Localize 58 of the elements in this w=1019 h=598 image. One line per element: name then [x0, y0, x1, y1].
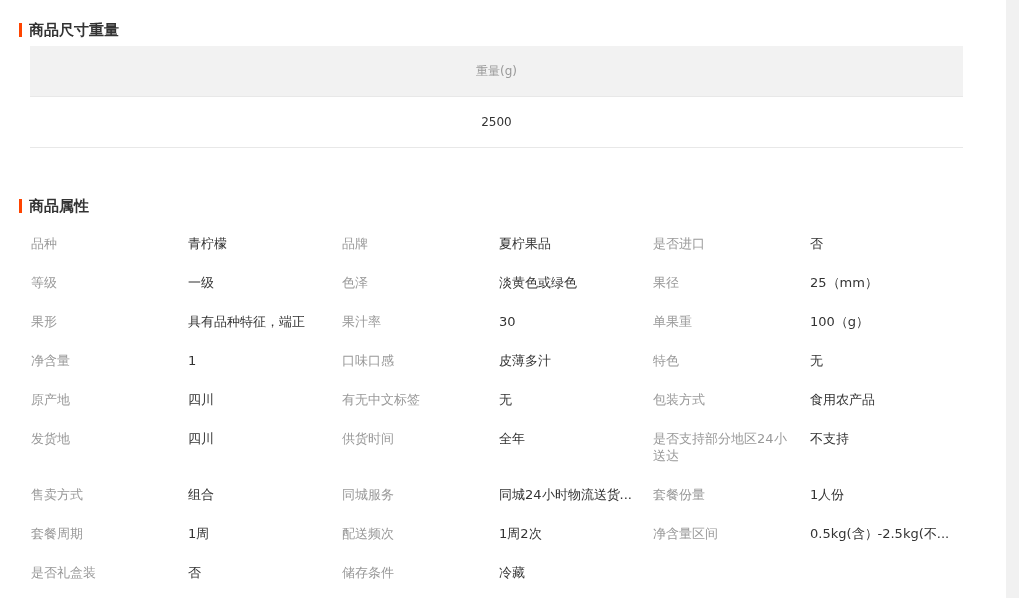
heading-marker [19, 199, 22, 213]
attribute-label: 包装方式 [653, 391, 706, 409]
attribute-label: 原产地 [31, 391, 71, 409]
attribute-label: 配送频次 [342, 525, 395, 543]
heading-marker [19, 23, 22, 37]
attribute-label: 发货地 [31, 430, 71, 448]
attribute-label: 净含量区间 [653, 525, 719, 543]
attribute-label: 色泽 [342, 274, 369, 292]
attribute-value: 四川 [188, 391, 215, 409]
attribute-value: 青柠檬 [188, 235, 228, 253]
attribute-value: 皮薄多汁 [499, 352, 552, 370]
attribute-value: 冷藏 [499, 564, 526, 582]
attribute-label: 品种 [31, 235, 58, 253]
attribute-label: 单果重 [653, 313, 693, 331]
attribute-label: 是否礼盒装 [31, 564, 97, 582]
attribute-label: 净含量 [31, 352, 71, 370]
attribute-value: 25（mm） [810, 274, 879, 292]
attribute-label: 套餐份量 [653, 486, 706, 504]
attribute-label: 特色 [653, 352, 680, 370]
attribute-label: 是否进口 [653, 235, 706, 253]
section-title: 商品尺寸重量 [29, 20, 119, 40]
attribute-label: 是否支持部分地区24小送达 [653, 430, 788, 465]
attribute-value: 30 [499, 313, 517, 331]
attribute-label: 售卖方式 [31, 486, 84, 504]
section-title: 商品属性 [29, 196, 89, 216]
attribute-label: 口味口感 [342, 352, 395, 370]
attribute-value: 一级 [188, 274, 215, 292]
attribute-value: 同城24小时物流送货... [499, 486, 633, 504]
attribute-label: 供货时间 [342, 430, 395, 448]
attribute-value: 0.5kg(含）-2.5kg(不... [810, 525, 951, 543]
column-header: 重量(g) [475, 62, 518, 80]
attribute-value: 1周2次 [499, 525, 543, 543]
attribute-value: 1 [188, 352, 198, 370]
attribute-label: 同城服务 [342, 486, 395, 504]
attribute-value: 无 [499, 391, 513, 409]
attribute-value: 否 [188, 564, 202, 582]
attribute-value: 食用农产品 [810, 391, 876, 409]
attribute-value: 1周 [188, 525, 211, 543]
attribute-value: 100（g） [810, 313, 871, 331]
attribute-value: 不支持 [810, 430, 850, 448]
attribute-label: 等级 [31, 274, 58, 292]
attribute-value: 具有品种特征，端正 [188, 313, 306, 331]
attribute-label: 果径 [653, 274, 680, 292]
attribute-label: 有无中文标签 [342, 391, 421, 409]
table-cell-text: 2500 [480, 114, 513, 131]
attribute-label: 果形 [31, 313, 58, 331]
attribute-label: 果汁率 [342, 313, 382, 331]
attribute-value: 四川 [188, 430, 215, 448]
attribute-label: 储存条件 [342, 564, 395, 582]
attribute-value: 夏柠果品 [499, 235, 552, 253]
attribute-value: 否 [810, 235, 824, 253]
attribute-value: 淡黄色或绿色 [499, 274, 578, 292]
attribute-value: 无 [810, 352, 824, 370]
attribute-value: 全年 [499, 430, 526, 448]
attribute-value: 组合 [188, 486, 215, 504]
attribute-label: 品牌 [342, 235, 369, 253]
attribute-label: 套餐周期 [31, 525, 84, 543]
attribute-value: 1人份 [810, 486, 846, 504]
